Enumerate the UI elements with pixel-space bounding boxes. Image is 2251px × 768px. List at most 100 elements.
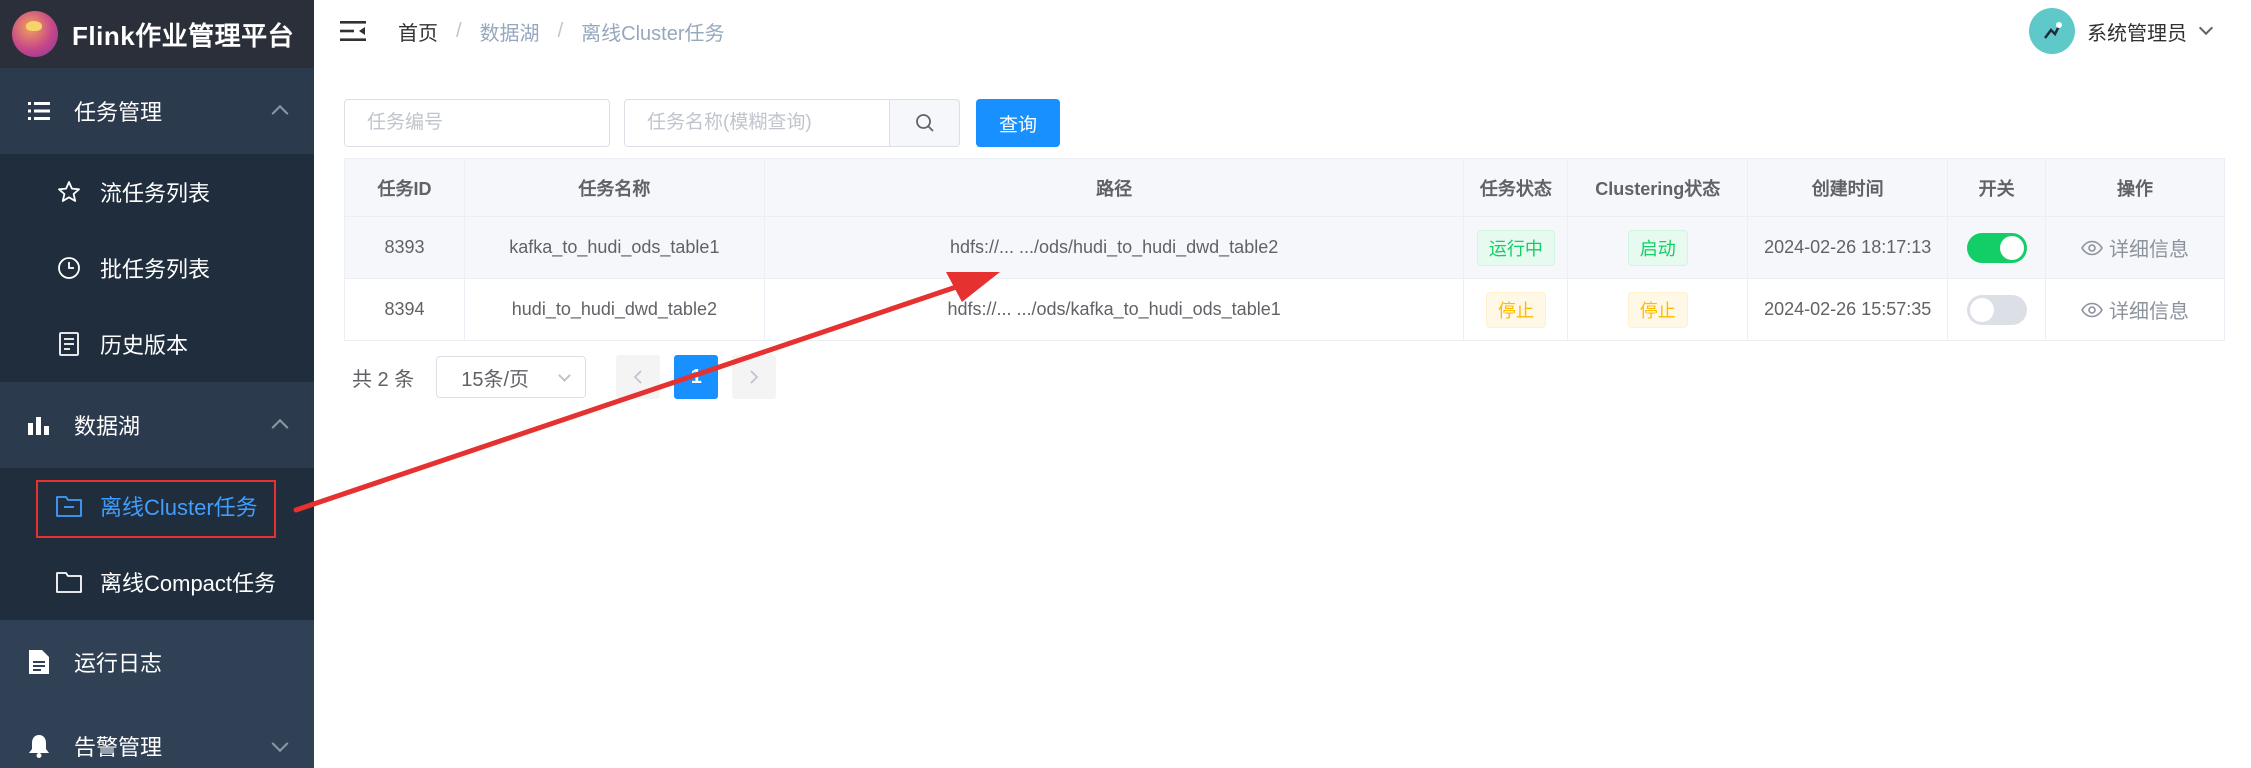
chevron-down-icon — [271, 735, 289, 753]
task-name-search-group — [624, 99, 960, 147]
cell-task-id: 8393 — [344, 216, 465, 279]
file-text-icon — [26, 649, 52, 675]
task-name-input[interactable] — [624, 99, 890, 147]
table-header-row: 任务ID 任务名称 路径 任务状态 Clustering状态 创建时间 开关 操… — [344, 158, 2225, 217]
next-page-button[interactable] — [732, 355, 777, 399]
detail-link-label: 详细信息 — [2109, 239, 2190, 261]
pagination: 共 2 条 15条/页 1 — [344, 355, 2224, 399]
page-number-current[interactable]: 1 — [674, 355, 719, 399]
column-header[interactable]: 任务状态 — [1463, 158, 1569, 217]
detail-link[interactable]: 详细信息 — [2081, 295, 2189, 324]
annotation-highlight-box — [36, 480, 276, 538]
chevron-down-icon — [2198, 20, 2214, 36]
menu-group-label: 数据湖 — [74, 414, 141, 439]
detail-link-label: 详细信息 — [2109, 301, 2190, 323]
chevron-up-icon — [271, 418, 289, 436]
folder-icon — [56, 569, 82, 595]
logo-area: Flink作业管理平台 — [0, 0, 314, 68]
chevron-down-icon — [558, 369, 572, 382]
cell-actions: 详细信息 — [2045, 278, 2225, 341]
menu-group-label: 告警管理 — [74, 735, 163, 760]
status-badge: 停止 — [1627, 291, 1688, 328]
cell-task-status: 运行中 — [1463, 216, 1569, 279]
column-header[interactable]: 路径 — [763, 158, 1465, 217]
table-row[interactable]: 8394 hudi_to_hudi_dwd_table2 hdfs://... … — [344, 278, 2225, 341]
sidebar-item-offline-compact[interactable]: 离线Compact任务 — [0, 544, 314, 620]
column-header[interactable]: Clustering状态 — [1567, 158, 1749, 217]
query-button[interactable]: 查询 — [976, 99, 1060, 147]
cell-switch — [1947, 278, 2047, 341]
sidebar: Flink作业管理平台 任务管理 流任务列表 批任务列表 历史版本 数据湖 离线… — [0, 0, 314, 768]
cell-clustering-status: 停止 — [1567, 278, 1749, 341]
breadcrumb-current: 离线Cluster任务 — [581, 22, 725, 45]
chevron-up-icon — [271, 104, 289, 122]
clock-icon — [56, 255, 82, 281]
cell-task-status: 停止 — [1463, 278, 1569, 341]
breadcrumb-home[interactable]: 首页 — [398, 17, 438, 46]
menu-group-task-management[interactable]: 任务管理 — [0, 68, 314, 154]
page-size-value: 15条/页 — [461, 368, 530, 391]
toggle-switch[interactable] — [1966, 232, 2027, 263]
breadcrumb-separator: / — [557, 19, 564, 42]
cell-created-time: 2024-02-26 18:17:13 — [1747, 216, 1949, 279]
breadcrumb-data-lake: 数据湖 — [479, 22, 540, 45]
cell-clustering-status: 启动 — [1567, 216, 1749, 279]
app-title: Flink作业管理平台 — [72, 20, 295, 51]
star-icon — [56, 179, 82, 205]
breadcrumb-separator: / — [456, 19, 462, 42]
toggle-knob — [1999, 235, 2024, 260]
cell-path: hdfs://... .../ods/kafka_to_hudi_ods_tab… — [763, 278, 1465, 341]
user-menu[interactable]: 系统管理员 — [2029, 8, 2214, 54]
sidebar-item-history-versions[interactable]: 历史版本 — [0, 306, 314, 382]
status-badge: 停止 — [1485, 291, 1546, 328]
cell-switch — [1947, 216, 2047, 279]
column-header[interactable]: 开关 — [1947, 158, 2047, 217]
menu-group-alert-management[interactable]: 告警管理 — [0, 704, 314, 768]
search-icon — [915, 114, 934, 132]
prev-page-button[interactable] — [616, 355, 661, 399]
table-row[interactable]: 8393 kafka_to_hudi_ods_table1 hdfs://...… — [344, 216, 2225, 279]
app-logo — [12, 11, 58, 57]
menu-group-data-lake[interactable]: 数据湖 — [0, 382, 314, 468]
task-id-input[interactable] — [344, 99, 610, 147]
sidebar-item-label: 批任务列表 — [100, 257, 211, 282]
sidebar-item-label: 离线Compact任务 — [100, 571, 277, 596]
column-header[interactable]: 创建时间 — [1747, 158, 1949, 217]
menu-item-label: 运行日志 — [74, 651, 163, 676]
task-table: 任务ID 任务名称 路径 任务状态 Clustering状态 创建时间 开关 操… — [344, 158, 2225, 341]
cell-actions: 详细信息 — [2045, 216, 2225, 279]
user-name: 系统管理员 — [2087, 22, 2187, 45]
toggle-switch[interactable] — [1966, 294, 2027, 325]
column-header[interactable]: 任务ID — [344, 158, 465, 217]
column-header[interactable]: 操作 — [2045, 158, 2225, 217]
cell-task-id: 8394 — [344, 278, 465, 341]
list-icon — [26, 98, 52, 124]
search-icon-button[interactable] — [890, 99, 960, 147]
pagination-total: 共 2 条 — [352, 368, 415, 391]
breadcrumb: 首页 / 数据湖 / 离线Cluster任务 — [398, 17, 724, 46]
cell-task-name: hudi_to_hudi_dwd_table2 — [463, 278, 765, 341]
sidebar-item-stream-tasks[interactable]: 流任务列表 — [0, 154, 314, 230]
cell-task-name: kafka_to_hudi_ods_table1 — [463, 216, 765, 279]
eye-icon — [2081, 240, 2103, 255]
cell-path: hdfs://... .../ods/hudi_to_hudi_dwd_tabl… — [763, 216, 1465, 279]
chevron-right-icon — [750, 370, 759, 384]
main-content: 查询 任务ID 任务名称 路径 任务状态 Clustering状态 创建时间 开… — [344, 98, 2225, 399]
column-header[interactable]: 任务名称 — [463, 158, 765, 217]
app-root: Flink作业管理平台 任务管理 流任务列表 批任务列表 历史版本 数据湖 离线… — [0, 0, 2251, 768]
cell-created-time: 2024-02-26 15:57:35 — [1747, 278, 1949, 341]
avatar — [2029, 8, 2075, 54]
hamburger-icon[interactable] — [338, 16, 368, 46]
page-size-select[interactable]: 15条/页 — [436, 356, 587, 398]
sidebar-item-label: 流任务列表 — [100, 181, 211, 206]
toggle-knob — [1969, 297, 1994, 322]
menu-item-run-logs[interactable]: 运行日志 — [0, 620, 314, 704]
bar-chart-icon — [26, 412, 52, 438]
status-badge: 启动 — [1627, 229, 1688, 266]
menu-group-label: 任务管理 — [74, 100, 163, 125]
search-toolbar: 查询 — [344, 98, 2224, 148]
status-badge: 运行中 — [1476, 229, 1555, 266]
sidebar-item-batch-tasks[interactable]: 批任务列表 — [0, 230, 314, 306]
detail-link[interactable]: 详细信息 — [2081, 233, 2189, 262]
document-icon — [56, 331, 82, 357]
